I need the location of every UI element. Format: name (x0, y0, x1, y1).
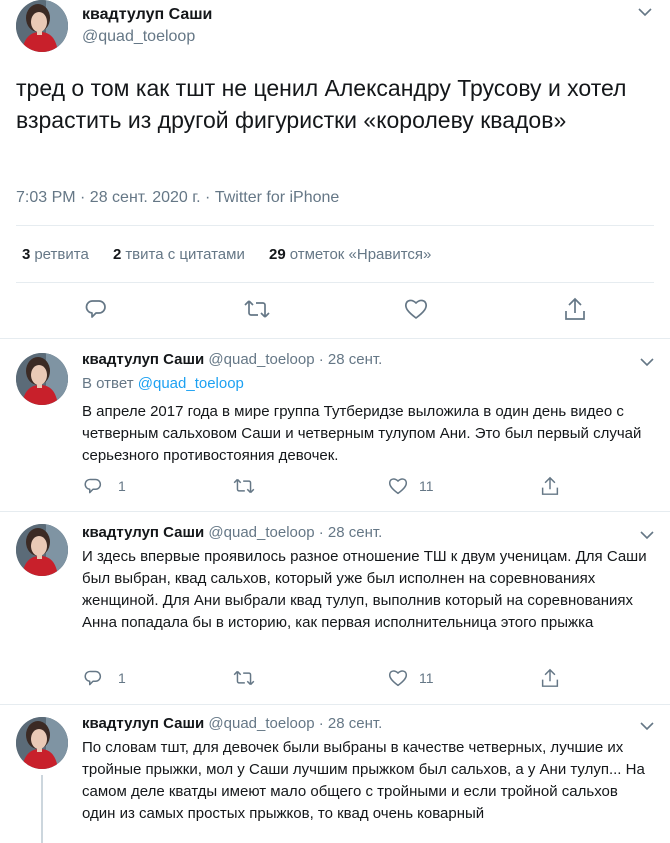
author-name[interactable]: квадтулуп Саши (82, 351, 204, 368)
reply-icon[interactable]: 1 (84, 669, 126, 687)
chevron-down-icon[interactable] (640, 718, 654, 734)
retweet-icon[interactable] (233, 477, 255, 495)
tweet-text: тред о том как тшт не ценил Александру Т… (16, 75, 627, 133)
avatar[interactable] (16, 353, 68, 405)
share-icon[interactable] (541, 476, 559, 496)
author-handle[interactable]: @quad_toeloop (208, 351, 314, 368)
separator: · (318, 524, 324, 541)
quotes-stat[interactable]: 2 твита с цитатами (113, 246, 245, 263)
avatar[interactable] (16, 524, 68, 576)
reply-icon[interactable] (85, 298, 107, 320)
like-icon[interactable]: 11 (388, 669, 434, 687)
tweet-text: По словам тшт, для девочек были выбраны … (82, 739, 645, 822)
retweets-stat[interactable]: 3 ретвита (22, 246, 89, 263)
tweet-text: В апреле 2017 года в мире группа Тутбери… (82, 403, 642, 464)
main-tweet: квадтулуп Саши @quad_toeloop тред о том … (0, 0, 670, 339)
like-icon[interactable]: 11 (388, 477, 434, 495)
divider (16, 282, 654, 283)
divider (16, 225, 654, 226)
like-count: 11 (419, 670, 434, 686)
likes-stat[interactable]: 29 отметок «Нравится» (269, 246, 431, 263)
tweet-date[interactable]: 28 сент. (328, 524, 382, 541)
tweet-text: И здесь впервые проявилось разное отноше… (82, 548, 647, 631)
tweet-meta: 7:03 PM · 28 сент. 2020 г. · Twitter for… (16, 189, 340, 206)
chevron-down-icon[interactable] (638, 4, 652, 20)
like-icon[interactable] (404, 298, 428, 320)
reply-header: квадтулуп Саши @quad_toeloop · 28 сент. (82, 351, 382, 368)
reply-tweet[interactable]: квадтулуп Саши @quad_toeloop · 28 сент. … (0, 512, 670, 705)
reply-header: квадтулуп Саши @quad_toeloop · 28 сент. (82, 524, 382, 541)
avatar[interactable] (16, 717, 68, 769)
like-count: 11 (419, 478, 434, 494)
chevron-down-icon[interactable] (640, 354, 654, 370)
tweet-date[interactable]: 28 сент. (328, 715, 382, 732)
author-handle[interactable]: @quad_toeloop (208, 524, 314, 541)
reply-tweet[interactable]: квадтулуп Саши @quad_toeloop · 28 сент. … (0, 339, 670, 512)
author-handle[interactable]: @quad_toeloop (208, 715, 314, 732)
reply-tweet[interactable]: квадтулуп Саши @quad_toeloop · 28 сент. … (0, 705, 670, 843)
reply-header: квадтулуп Саши @quad_toeloop · 28 сент. (82, 715, 382, 732)
retweet-icon[interactable] (244, 298, 270, 320)
replying-to-link[interactable]: @quad_toeloop (138, 375, 244, 392)
avatar[interactable] (16, 0, 68, 52)
chevron-down-icon[interactable] (640, 527, 654, 543)
share-icon[interactable] (541, 668, 559, 688)
share-icon[interactable] (564, 297, 586, 321)
reply-icon[interactable]: 1 (84, 477, 126, 495)
reply-count: 1 (118, 478, 126, 494)
replying-to: В ответ @quad_toeloop (82, 375, 244, 392)
author-name[interactable]: квадтулуп Саши (82, 524, 204, 541)
reply-count: 1 (118, 670, 126, 686)
separator: · (318, 351, 324, 368)
retweet-icon[interactable] (233, 669, 255, 687)
author-name[interactable]: квадтулуп Саши (82, 6, 212, 24)
separator: · (318, 715, 324, 732)
author-name[interactable]: квадтулуп Саши (82, 715, 204, 732)
tweet-date[interactable]: 28 сент. (328, 351, 382, 368)
thread-line (41, 775, 43, 843)
tweet-stats: 3 ретвита 2 твита с цитатами 29 отметок «Нр… (22, 246, 451, 263)
author-handle[interactable]: @quad_toeloop (82, 28, 195, 46)
